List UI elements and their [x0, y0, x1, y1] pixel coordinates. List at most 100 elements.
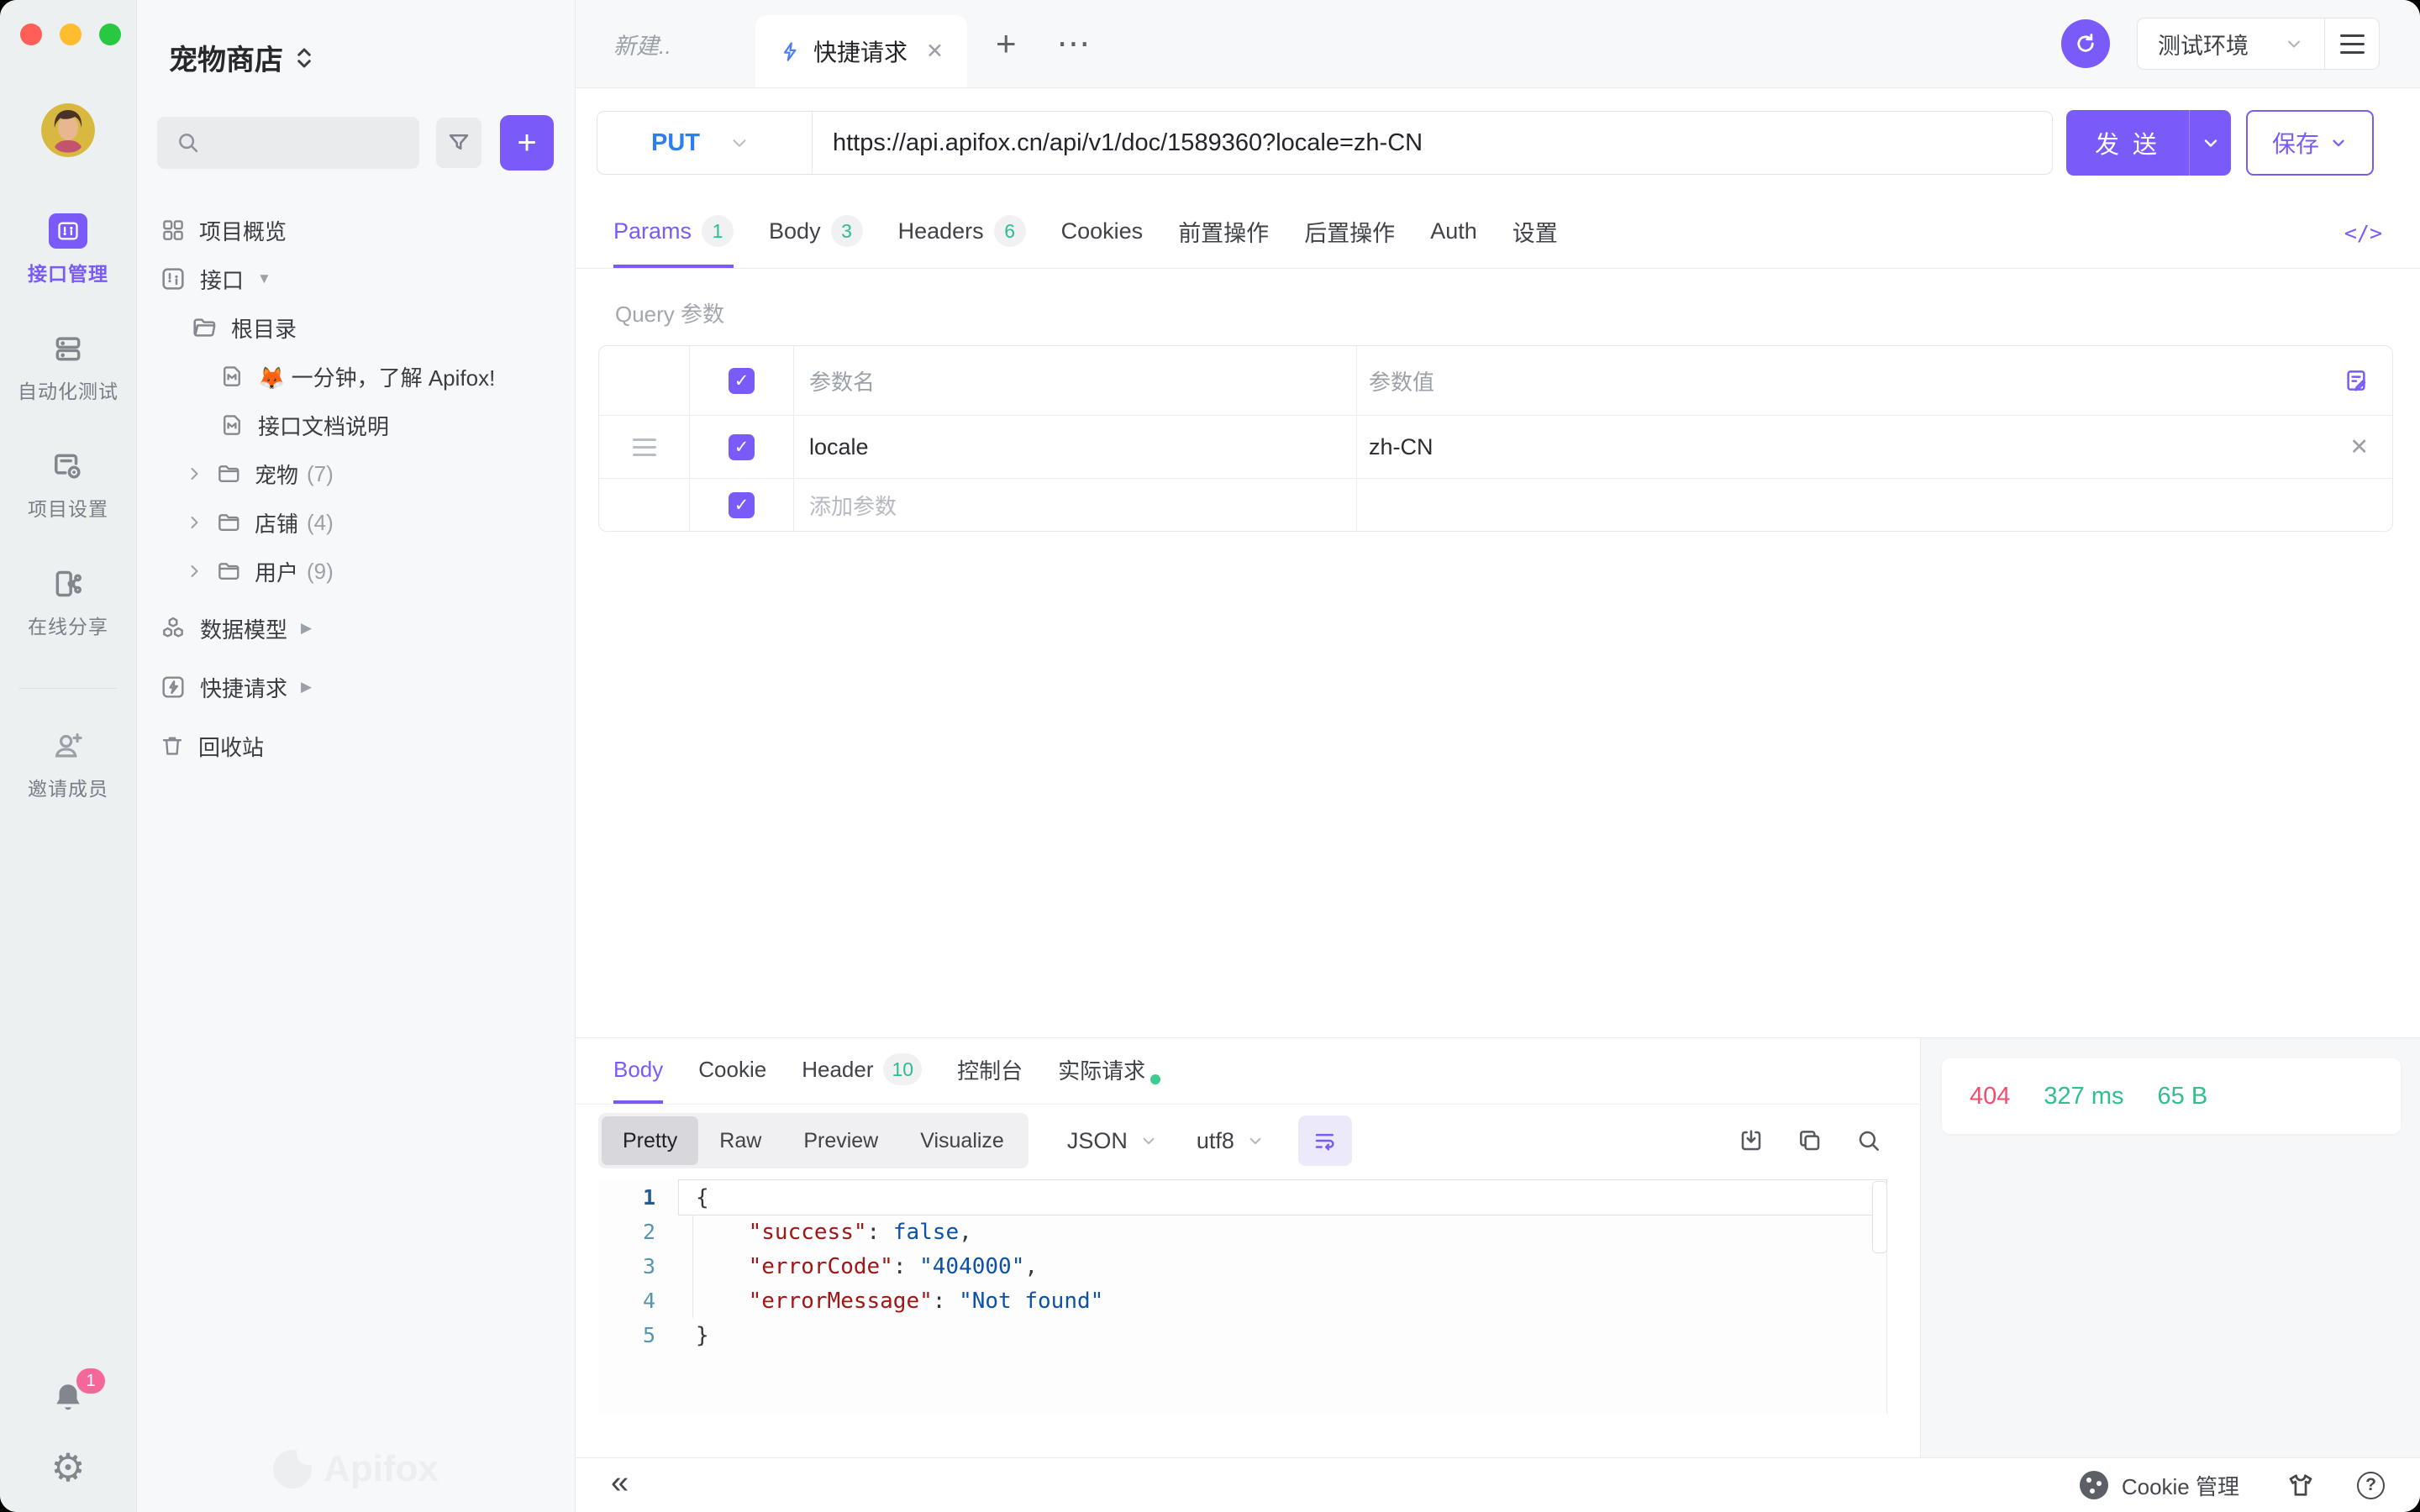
expand-triangle-icon[interactable]: ▶: [301, 679, 312, 696]
environment-menu-button[interactable]: [2325, 18, 2379, 69]
environment-select[interactable]: 测试环境: [2138, 18, 2324, 69]
nav-online-share[interactable]: 在线分享: [28, 565, 108, 639]
send-dropdown[interactable]: [2189, 110, 2231, 176]
tree-folder-users[interactable]: 用户 (9): [137, 547, 575, 596]
scrollbar-thumb[interactable]: [1872, 1181, 1887, 1253]
word-wrap-button[interactable]: [1298, 1116, 1352, 1166]
chevron-right-icon[interactable]: [184, 464, 204, 484]
tab-post-ops[interactable]: 后置操作: [1304, 197, 1395, 268]
tree-label: 接口文档说明: [258, 410, 389, 441]
expand-triangle-icon[interactable]: ▶: [301, 620, 312, 637]
copy-response-button[interactable]: [1797, 1127, 1823, 1154]
search-input[interactable]: [157, 117, 419, 169]
chevron-right-icon[interactable]: [184, 512, 204, 533]
new-tab-button[interactable]: +: [996, 26, 1017, 61]
code-line: 4 "errorMessage": "Not found": [598, 1284, 1886, 1318]
api-tree: 项目概览 接口 ▼ 根目录: [137, 206, 575, 770]
tab-params[interactable]: Params 1: [613, 197, 734, 268]
mode-preview[interactable]: Preview: [782, 1116, 899, 1165]
delete-row-icon[interactable]: ✕: [2349, 434, 2369, 460]
tree-item-doc-intro[interactable]: 🦊 一分钟，了解 Apifox!: [137, 352, 575, 401]
tab-response-header[interactable]: Header 10: [802, 1038, 922, 1104]
select-all-checkbox[interactable]: ✓: [729, 368, 755, 394]
search-response-button[interactable]: [1855, 1127, 1882, 1154]
table-header-row: ✓ 参数名 参数值: [599, 346, 2392, 416]
nav-project-settings[interactable]: 项目设置: [28, 448, 108, 522]
tree-folder-store[interactable]: 店铺 (4): [137, 498, 575, 547]
tree-label: 回收站: [198, 731, 264, 762]
tab-new-draft[interactable]: 新建..: [613, 28, 671, 60]
send-button[interactable]: 发 送: [2066, 110, 2231, 176]
add-param-placeholder[interactable]: 添加参数: [809, 490, 897, 521]
app-settings-button[interactable]: ⚙: [50, 1448, 85, 1487]
theme-button[interactable]: [2286, 1471, 2315, 1499]
apifox-watermark: Apifox: [137, 1448, 575, 1490]
url-input[interactable]: https://api.apifox.cn/api/v1/doc/1589360…: [813, 112, 2052, 174]
cookie-manage-button[interactable]: Cookie 管理: [2122, 1470, 2239, 1501]
column-value-header: 参数值: [1369, 365, 1434, 396]
chevron-down-icon: [729, 132, 750, 154]
code-view-icon[interactable]: </>: [2344, 221, 2382, 245]
tree-item-root-folder[interactable]: 根目录: [137, 303, 575, 352]
collapse-triangle-icon[interactable]: ▼: [257, 270, 271, 287]
close-window-button[interactable]: [20, 24, 42, 45]
tab-quick-request[interactable]: 快捷请求 ✕: [755, 15, 967, 87]
nav-auto-test[interactable]: 自动化测试: [18, 330, 118, 404]
filter-button[interactable]: [436, 118, 481, 168]
tab-console[interactable]: 控制台: [957, 1038, 1023, 1104]
tree-item-data-model[interactable]: 数据模型 ▶: [137, 604, 575, 653]
tab-settings[interactable]: 设置: [1512, 197, 1558, 268]
view-mode-switcher: Pretty Raw Preview Visualize: [598, 1113, 1028, 1168]
param-name-input[interactable]: locale: [809, 434, 869, 460]
param-value-input[interactable]: zh-CN: [1369, 434, 1434, 460]
tree-folder-pets[interactable]: 宠物 (7): [137, 449, 575, 498]
tab-overflow-button[interactable]: ⋯: [1057, 27, 1091, 60]
save-button[interactable]: 保存: [2246, 110, 2374, 176]
download-response-button[interactable]: [1738, 1127, 1765, 1154]
body-count-badge: 3: [831, 215, 863, 247]
row-checkbox[interactable]: ✓: [729, 434, 755, 460]
user-avatar[interactable]: [41, 103, 95, 157]
notifications-button[interactable]: 1: [50, 1380, 87, 1420]
row-checkbox[interactable]: ✓: [729, 492, 755, 518]
project-switcher[interactable]: 宠物商店: [169, 37, 575, 78]
maximize-window-button[interactable]: [99, 24, 121, 45]
tree-item-recycle-bin[interactable]: 回收站: [137, 722, 575, 770]
language-select[interactable]: JSON: [1067, 1128, 1158, 1154]
json-code-viewer[interactable]: 1 { 2 "success": false, 3 "errorCode": "…: [598, 1180, 1887, 1414]
tree-item-quick-request[interactable]: 快捷请求 ▶: [137, 663, 575, 711]
chevron-right-icon[interactable]: [184, 561, 204, 581]
help-button[interactable]: ?: [2357, 1472, 2385, 1499]
charset-select[interactable]: utf8: [1197, 1128, 1265, 1154]
nav-api-management[interactable]: 接口管理: [28, 213, 108, 286]
tab-cookies[interactable]: Cookies: [1061, 197, 1144, 268]
new-item-button[interactable]: +: [500, 115, 554, 171]
tab-response-body[interactable]: Body: [613, 1038, 663, 1104]
tab-label: 实际请求: [1058, 1054, 1145, 1085]
bulk-edit-icon[interactable]: [2344, 368, 2369, 393]
markdown-doc-icon: [219, 364, 245, 389]
tab-body[interactable]: Body 3: [769, 197, 863, 268]
tab-response-cookie[interactable]: Cookie: [698, 1038, 766, 1104]
mode-visualize[interactable]: Visualize: [899, 1116, 1025, 1165]
tab-auth[interactable]: Auth: [1430, 197, 1477, 268]
tree-item-overview[interactable]: 项目概览: [137, 206, 575, 255]
chevron-down-icon: [2329, 134, 2348, 152]
tab-pre-ops[interactable]: 前置操作: [1178, 197, 1269, 268]
sync-button[interactable]: [2061, 19, 2110, 68]
tab-actual-request[interactable]: 实际请求: [1058, 1038, 1145, 1104]
tree-item-doc-readme[interactable]: 接口文档说明: [137, 401, 575, 449]
mode-pretty[interactable]: Pretty: [602, 1116, 698, 1165]
nav-invite-member[interactable]: 邀请成员: [28, 727, 108, 801]
mode-raw[interactable]: Raw: [698, 1116, 782, 1165]
notification-badge: 1: [76, 1368, 105, 1394]
drag-handle[interactable]: [633, 438, 656, 456]
code-line: 2 "success": false,: [598, 1215, 1886, 1249]
method-select[interactable]: PUT: [597, 112, 813, 174]
collapse-panel-button[interactable]: «: [611, 1467, 629, 1499]
close-tab-icon[interactable]: ✕: [926, 39, 944, 64]
tab-headers[interactable]: Headers 6: [898, 197, 1026, 268]
response-body-area: Body Cookie Header 10 控制台 实际请求 Pretty Ra…: [576, 1038, 1920, 1457]
minimize-window-button[interactable]: [60, 24, 82, 45]
tree-item-api-section[interactable]: 接口 ▼: [137, 255, 575, 303]
